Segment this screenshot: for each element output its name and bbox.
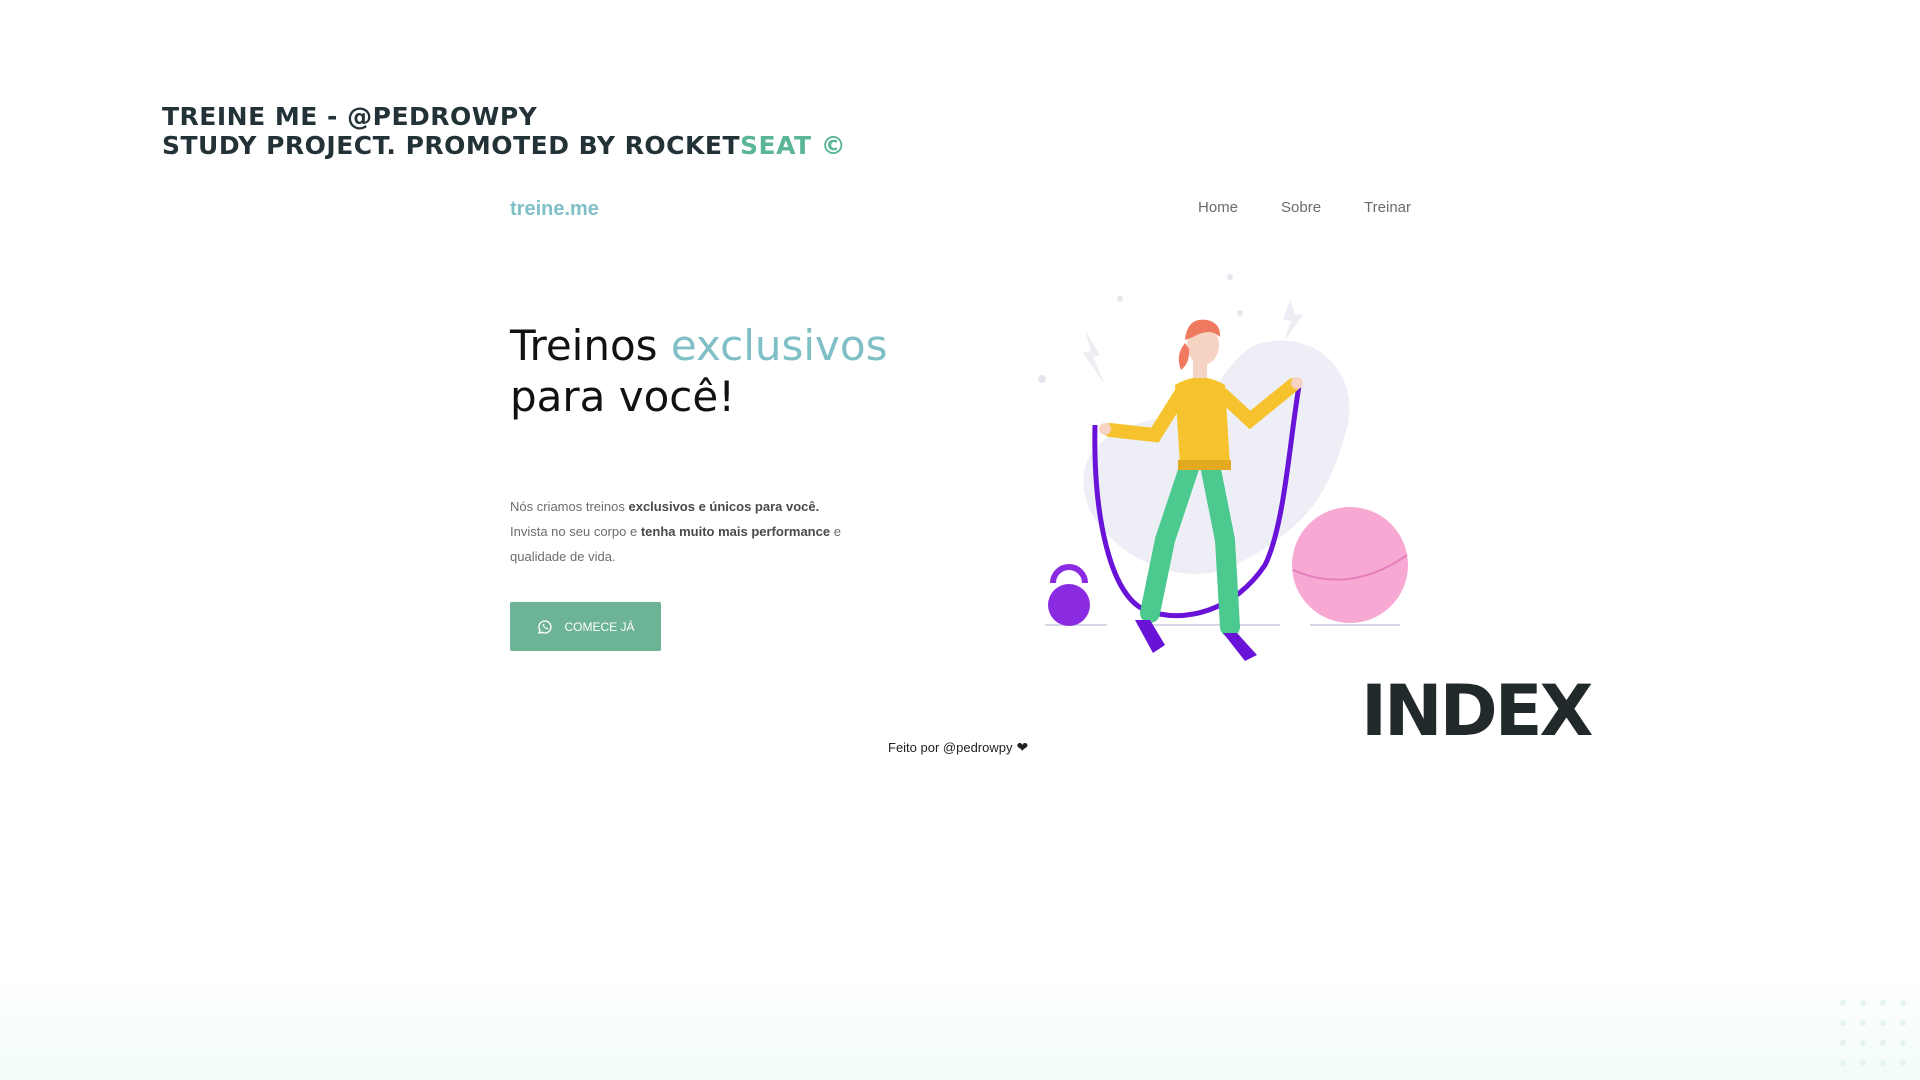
- hero-title-accent: exclusivos: [670, 321, 888, 370]
- project-header: TREINE ME - @PEDROWPY STUDY PROJECT. PRO…: [162, 102, 846, 160]
- whatsapp-icon: [538, 619, 553, 634]
- heart-icon: ❤: [1016, 739, 1029, 755]
- header-line-2: STUDY PROJECT. PROMOTED BY ROCKETSEAT ©: [162, 131, 847, 160]
- nav-item-sobre[interactable]: Sobre: [1281, 199, 1321, 216]
- start-now-button[interactable]: COMECE JÁ: [510, 602, 661, 651]
- nav-item-treinar[interactable]: Treinar: [1364, 199, 1411, 216]
- page-label: INDEX: [1361, 670, 1594, 752]
- nav-item-home[interactable]: Home: [1198, 199, 1238, 216]
- bottom-gradient: [0, 970, 1920, 1080]
- brand-logo[interactable]: treine.me: [510, 198, 599, 221]
- hero-title: Treinos exclusivos para você!: [510, 321, 888, 421]
- hero-description: Nós criamos treinos exclusivos e únicos …: [510, 499, 841, 564]
- woman-jump-rope-illustration: [1038, 274, 1408, 661]
- main-nav: Home Sobre Treinar: [1198, 199, 1411, 216]
- footer-text: Feito por @pedrowpy: [888, 740, 1013, 755]
- dot-pattern-decoration: [1840, 1000, 1906, 1066]
- start-now-label: COMECE JÁ: [564, 619, 635, 634]
- header-accent: SEAT ©: [740, 131, 847, 160]
- header-line-1: TREINE ME - @PEDROWPY: [162, 102, 538, 131]
- footer: Feito por @pedrowpy ❤: [888, 739, 1028, 756]
